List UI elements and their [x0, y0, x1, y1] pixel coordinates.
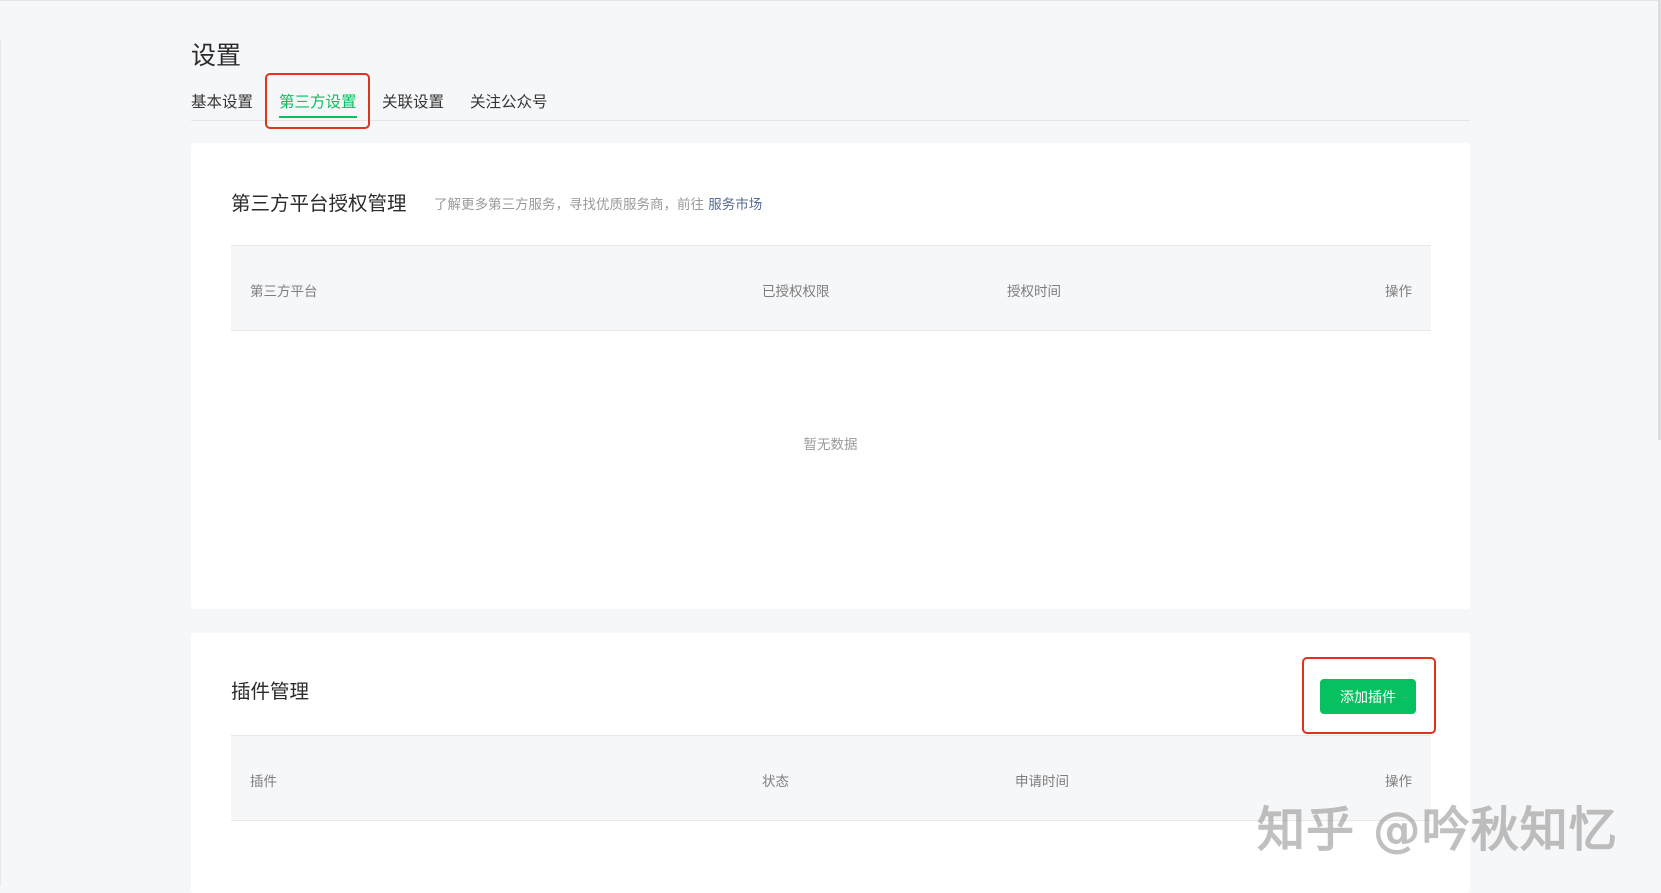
column-header-plugin: 插件	[250, 774, 277, 790]
column-header-status: 状态	[762, 774, 789, 790]
tab-bar: 基本设置 第三方设置 关联设置 关注公众号	[191, 90, 1470, 121]
top-border	[0, 0, 1661, 1]
column-header-actions: 操作	[1385, 284, 1412, 300]
highlight-box-tab	[265, 73, 370, 129]
plugin-table-header: 插件 状态 申请时间 操作	[231, 735, 1431, 821]
auth-table-header: 第三方平台 已授权权限 授权时间 操作	[231, 245, 1431, 331]
service-market-link[interactable]: 服务市场	[708, 197, 762, 213]
column-header-permissions: 已授权权限	[762, 284, 830, 300]
tab-linked-settings[interactable]: 关联设置	[382, 90, 444, 112]
empty-state: 暂无数据	[803, 437, 858, 453]
plugin-section-title: 插件管理	[231, 680, 310, 703]
auth-desc-text: 了解更多第三方服务，寻找优质服务商，前往	[434, 197, 709, 213]
auth-section-desc: 了解更多第三方服务，寻找优质服务商，前往 服务市场	[434, 193, 762, 213]
left-border	[0, 40, 1, 886]
column-header-platform: 第三方平台	[250, 284, 318, 300]
column-header-apply-time: 申请时间	[1015, 774, 1069, 790]
highlight-box-add-button	[1302, 657, 1436, 734]
page-title: 设置	[191, 41, 242, 70]
column-header-plugin-actions: 操作	[1385, 774, 1412, 790]
third-party-auth-card: 第三方平台授权管理 了解更多第三方服务，寻找优质服务商，前往 服务市场 第三方平…	[191, 143, 1470, 609]
tab-basic-settings[interactable]: 基本设置	[191, 90, 253, 112]
auth-section-title: 第三方平台授权管理	[231, 192, 407, 215]
column-header-auth-time: 授权时间	[1007, 284, 1061, 300]
tab-follow-account[interactable]: 关注公众号	[470, 90, 548, 112]
watermark: 知乎 @吟秋知忆	[1257, 802, 1618, 858]
